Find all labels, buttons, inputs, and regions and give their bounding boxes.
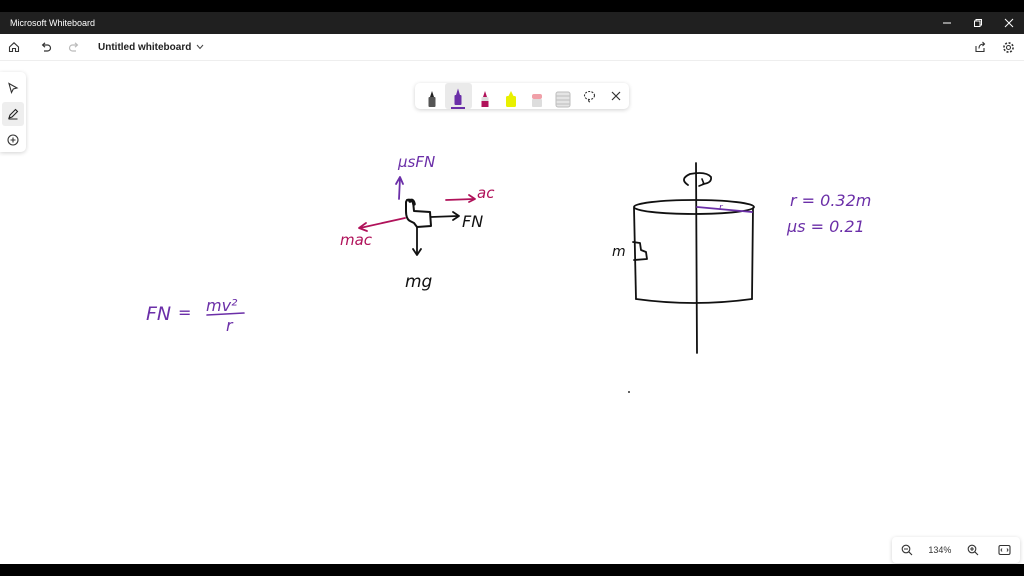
purple-pen-icon <box>451 88 466 109</box>
home-button[interactable] <box>0 34 28 61</box>
left-tool-rail <box>0 72 26 152</box>
document-title-label: Untitled whiteboard <box>98 41 192 53</box>
home-icon <box>8 42 20 53</box>
redo-icon <box>68 42 79 52</box>
restore-icon <box>973 19 982 27</box>
title-bar: Microsoft Whiteboard <box>0 12 1024 34</box>
undo-button[interactable] <box>32 34 60 61</box>
pointer-icon <box>8 82 19 94</box>
settings-button[interactable] <box>994 34 1022 61</box>
document-title[interactable]: Untitled whiteboard <box>98 42 204 53</box>
highlighter-icon <box>505 91 516 107</box>
zoom-level[interactable]: 134% <box>928 545 951 555</box>
pen-icon <box>8 108 19 120</box>
add-button[interactable] <box>2 128 24 152</box>
app-toolbar: Untitled whiteboard <box>0 34 1024 61</box>
magenta-pen[interactable] <box>472 83 498 109</box>
zoom-in-button[interactable] <box>962 539 984 561</box>
ruler-icon <box>555 91 571 108</box>
purple-pen[interactable] <box>445 83 472 109</box>
ruler[interactable] <box>550 83 576 109</box>
share-button[interactable] <box>966 34 994 61</box>
inking-tool-button[interactable] <box>2 102 24 126</box>
plus-circle-icon <box>7 134 19 146</box>
fit-screen-icon <box>998 544 1012 556</box>
minimize-icon <box>942 22 951 24</box>
chevron-down-icon <box>196 44 204 50</box>
minimize-button[interactable] <box>931 12 962 34</box>
share-icon <box>975 41 986 53</box>
zoom-controls: 134% <box>892 537 1020 563</box>
black-pen[interactable] <box>419 83 445 109</box>
app-title: Microsoft Whiteboard <box>10 18 96 28</box>
eraser[interactable] <box>524 83 550 109</box>
eraser-icon <box>532 94 543 107</box>
redo-button[interactable] <box>60 34 88 61</box>
zoom-in-icon <box>967 544 979 556</box>
select-tool-button[interactable] <box>2 76 24 100</box>
fit-to-screen-button[interactable] <box>994 539 1016 561</box>
black-pen-icon <box>428 91 436 107</box>
close-icon <box>1004 18 1013 28</box>
undo-icon <box>41 42 52 52</box>
zoom-out-button[interactable] <box>896 539 918 561</box>
restore-button[interactable] <box>962 12 993 34</box>
lasso-icon <box>584 90 596 103</box>
whiteboard-canvas[interactable] <box>0 61 1024 564</box>
letterbox-bottom <box>0 564 1024 576</box>
lasso-select-button[interactable] <box>577 83 603 109</box>
gear-icon <box>1002 41 1014 53</box>
highlighter[interactable] <box>498 83 524 109</box>
close-button[interactable] <box>993 12 1024 34</box>
close-icon <box>611 91 621 101</box>
close-tray-button[interactable] <box>603 83 629 109</box>
zoom-out-icon <box>901 544 913 556</box>
magenta-pen-icon <box>481 91 489 107</box>
pen-tray <box>415 83 629 109</box>
letterbox-top <box>0 0 1024 12</box>
